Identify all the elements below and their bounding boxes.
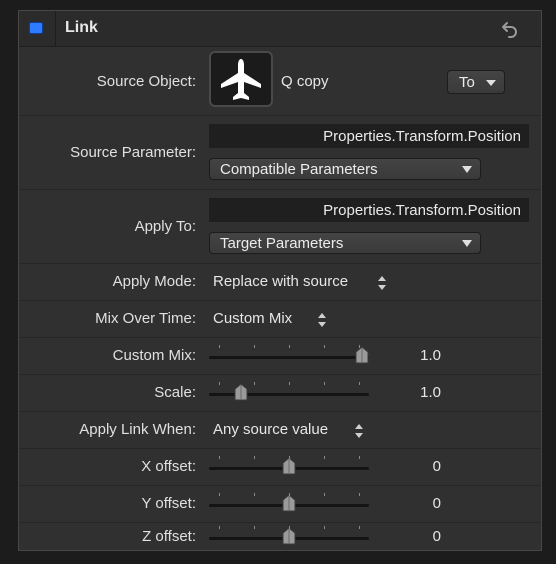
- slider-tick: [324, 493, 325, 496]
- slider-tick: [359, 456, 360, 459]
- apply-to-row: Apply To: Properties.Transform.Position …: [19, 190, 541, 264]
- source-parameter-label: Source Parameter:: [70, 144, 196, 161]
- scale-value[interactable]: 1.0: [381, 384, 441, 401]
- x-offset-row: X offset: 0: [19, 449, 541, 486]
- slider-thumb[interactable]: [282, 494, 296, 512]
- slider-tick: [289, 456, 290, 459]
- panel-title: Link: [65, 19, 98, 36]
- slider-thumb[interactable]: [282, 527, 296, 545]
- source-object-label: Source Object:: [96, 73, 196, 90]
- apply-mode-value[interactable]: Replace with source: [213, 273, 348, 290]
- slider-tick: [359, 493, 360, 496]
- custom-mix-row: Custom Mix: 1.0: [19, 338, 541, 375]
- slider-tick: [359, 345, 360, 348]
- slider-track: [209, 393, 369, 396]
- target-parameters-label: Target Parameters: [220, 235, 344, 252]
- x-offset-label: X offset:: [141, 458, 196, 475]
- source-object-well[interactable]: [209, 51, 273, 107]
- link-behavior-panel: Link Source Object: Q copy To Source Par…: [18, 10, 542, 551]
- mix-over-time-value[interactable]: Custom Mix: [213, 310, 292, 327]
- y-offset-value[interactable]: 0: [381, 495, 441, 512]
- slider-tick: [219, 382, 220, 385]
- slider-tick: [254, 382, 255, 385]
- airplane-icon: [221, 59, 261, 100]
- slider-tick: [289, 493, 290, 496]
- slider-tick: [219, 345, 220, 348]
- slider-thumb[interactable]: [355, 346, 369, 364]
- z-offset-value[interactable]: 0: [381, 528, 441, 545]
- enable-checkbox[interactable]: [29, 22, 43, 34]
- source-parameter-path: Properties.Transform.Position: [209, 124, 529, 148]
- y-offset-label: Y offset:: [141, 495, 197, 512]
- direction-popup-label: To: [459, 74, 475, 91]
- chevron-down-icon: [462, 166, 472, 173]
- slider-tick: [254, 493, 255, 496]
- slider-tick: [359, 382, 360, 385]
- reset-arrow-icon[interactable]: [501, 20, 521, 38]
- apply-mode-label: Apply Mode:: [112, 273, 196, 290]
- x-offset-value[interactable]: 0: [381, 458, 441, 475]
- panel-header: Link: [19, 11, 541, 47]
- slider-tick: [289, 526, 290, 529]
- mix-over-time-stepper-icon[interactable]: [317, 312, 327, 328]
- source-object-row: Source Object: Q copy To: [19, 47, 541, 116]
- slider-tick: [289, 345, 290, 348]
- scale-label: Scale:: [154, 384, 196, 401]
- slider-thumb[interactable]: [234, 383, 248, 401]
- slider-thumb[interactable]: [282, 457, 296, 475]
- mix-over-time-row: Mix Over Time: Custom Mix: [19, 301, 541, 338]
- apply-link-when-stepper-icon[interactable]: [354, 423, 364, 439]
- y-offset-slider[interactable]: [209, 493, 369, 513]
- z-offset-slider[interactable]: [209, 526, 369, 546]
- slider-tick: [254, 345, 255, 348]
- custom-mix-slider[interactable]: [209, 345, 369, 365]
- target-parameters-popup[interactable]: Target Parameters: [209, 232, 481, 254]
- slider-tick: [219, 493, 220, 496]
- apply-mode-stepper-icon[interactable]: [377, 275, 387, 291]
- scale-row: Scale: 1.0: [19, 375, 541, 412]
- apply-mode-row: Apply Mode: Replace with source: [19, 264, 541, 301]
- apply-to-path: Properties.Transform.Position: [209, 198, 529, 222]
- header-divider: [55, 11, 56, 46]
- z-offset-label: Z offset:: [142, 528, 196, 545]
- slider-tick: [254, 456, 255, 459]
- custom-mix-label: Custom Mix:: [112, 347, 196, 364]
- chevron-down-icon: [462, 240, 472, 247]
- custom-mix-value[interactable]: 1.0: [381, 347, 441, 364]
- slider-tick: [254, 526, 255, 529]
- compatible-parameters-popup[interactable]: Compatible Parameters: [209, 158, 481, 180]
- chevron-down-icon: [486, 80, 496, 86]
- apply-link-when-value[interactable]: Any source value: [213, 421, 328, 438]
- y-offset-row: Y offset: 0: [19, 486, 541, 523]
- apply-to-label: Apply To:: [134, 218, 196, 235]
- compatible-parameters-label: Compatible Parameters: [220, 161, 378, 178]
- slider-track: [209, 356, 369, 359]
- slider-tick: [324, 526, 325, 529]
- slider-tick: [324, 456, 325, 459]
- source-parameter-row: Source Parameter: Properties.Transform.P…: [19, 116, 541, 190]
- slider-tick: [324, 382, 325, 385]
- scale-slider[interactable]: [209, 382, 369, 402]
- slider-tick: [219, 526, 220, 529]
- source-object-name: Q copy: [281, 73, 329, 90]
- slider-tick: [359, 526, 360, 529]
- apply-link-when-row: Apply Link When: Any source value: [19, 412, 541, 449]
- slider-tick: [324, 345, 325, 348]
- mix-over-time-label: Mix Over Time:: [95, 310, 196, 327]
- direction-popup[interactable]: To: [447, 70, 505, 94]
- x-offset-slider[interactable]: [209, 456, 369, 476]
- apply-link-when-label: Apply Link When:: [79, 421, 196, 438]
- z-offset-row: Z offset: 0: [19, 523, 541, 550]
- slider-tick: [289, 382, 290, 385]
- slider-tick: [219, 456, 220, 459]
